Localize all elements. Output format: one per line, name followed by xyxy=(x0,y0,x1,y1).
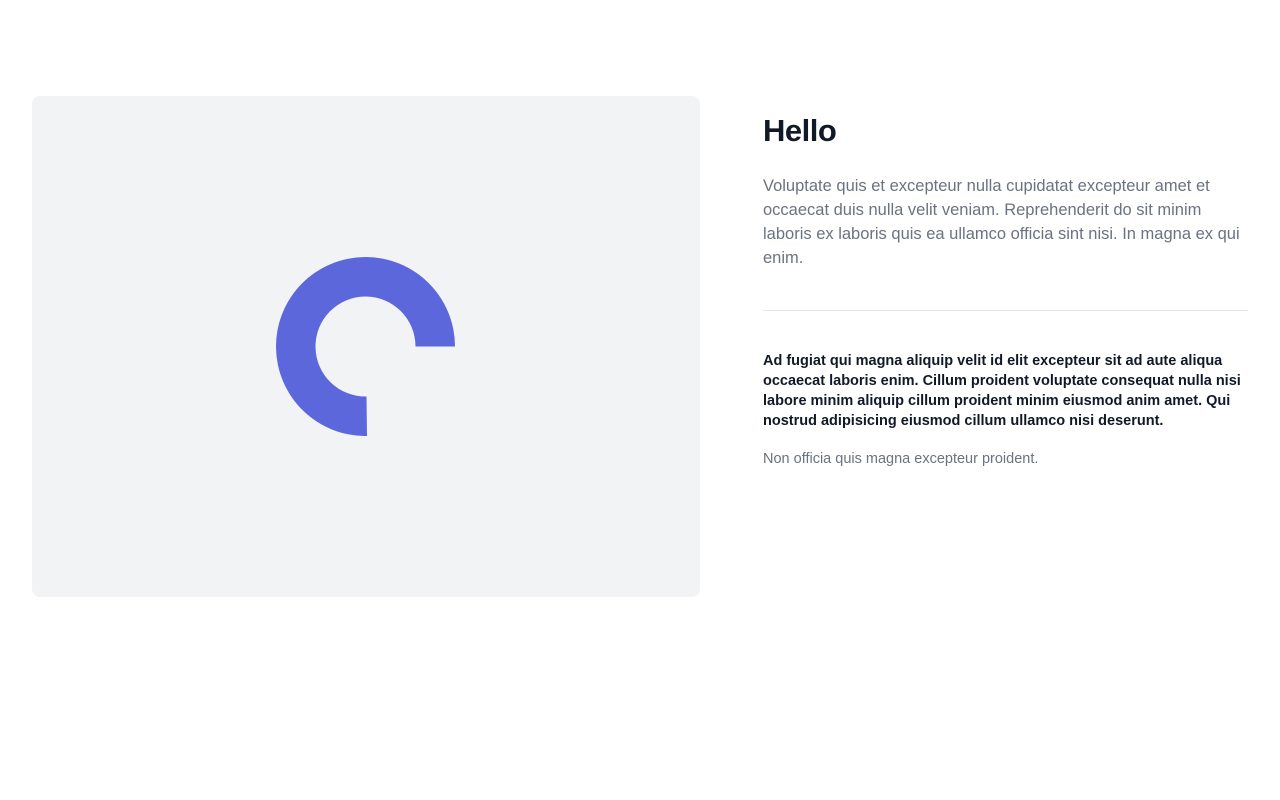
ring-logo-shape xyxy=(276,257,455,436)
ring-logo-icon xyxy=(276,257,455,436)
lead-paragraph: Voluptate quis et excepteur nulla cupida… xyxy=(763,177,1240,267)
note-text: Non officia quis magna excepteur proiden… xyxy=(763,451,1039,467)
divider xyxy=(763,310,1248,311)
image-panel xyxy=(32,96,700,597)
body-paragraph: Ad fugiat qui magna aliquip velit id eli… xyxy=(763,353,1241,429)
page-title: Hello xyxy=(763,113,837,148)
content-column: Hello Voluptate quis et excepteur nulla … xyxy=(763,96,1248,469)
page: Hello Voluptate quis et excepteur nulla … xyxy=(0,0,1280,800)
